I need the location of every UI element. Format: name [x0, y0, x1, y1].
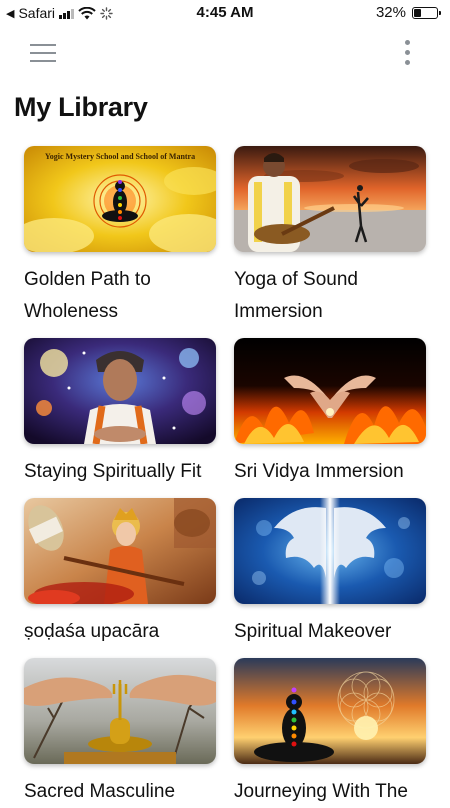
thumbnail-banner: Yogic Mystery School and School of Mantr…	[44, 152, 196, 161]
battery-percent: 32%	[375, 4, 406, 21]
course-title: Golden Path to Wholeness	[24, 269, 151, 322]
course-title: Yoga of Sound Immersion	[234, 269, 358, 322]
course-thumbnail[interactable]	[24, 498, 216, 604]
library-item[interactable]: Yoga of Sound Immersion	[234, 146, 426, 328]
library-item[interactable]: Sri Vidya Immersion	[234, 338, 426, 488]
library-item[interactable]: Yogic Mystery School and School of Mantr…	[24, 146, 216, 328]
library-item[interactable]: Staying Spiritually Fit	[24, 338, 216, 488]
course-thumbnail[interactable]: Yogic Mystery School and School of Mantr…	[24, 146, 216, 252]
course-thumbnail[interactable]	[234, 658, 426, 764]
battery-icon	[412, 6, 441, 19]
course-thumbnail[interactable]	[24, 338, 216, 444]
library-item[interactable]: Sacred Masculine	[24, 658, 216, 808]
course-title: ṣoḍaśa upacāra	[24, 621, 160, 642]
page-title: My Library	[14, 92, 148, 122]
course-thumbnail[interactable]	[234, 146, 426, 252]
course-title: Sacred Masculine	[24, 781, 176, 802]
course-title: Spiritual Makeover	[234, 621, 392, 642]
course-title: Sri Vidya Immersion	[234, 461, 404, 482]
library-item[interactable]: Journeying With The	[234, 658, 426, 808]
more-options-icon[interactable]	[402, 40, 412, 68]
hamburger-menu-icon[interactable]	[30, 44, 56, 62]
library-item[interactable]: ṣoḍaśa upacāra	[24, 498, 216, 648]
course-thumbnail[interactable]	[234, 338, 426, 444]
course-thumbnail[interactable]	[234, 498, 426, 604]
course-thumbnail[interactable]	[24, 658, 216, 764]
course-title: Staying Spiritually Fit	[24, 461, 202, 482]
course-title: Journeying With The	[234, 781, 408, 802]
library-item[interactable]: Spiritual Makeover	[234, 498, 426, 648]
status-bar: ◀ Safari 4:45 AM 32%	[0, 0, 450, 26]
